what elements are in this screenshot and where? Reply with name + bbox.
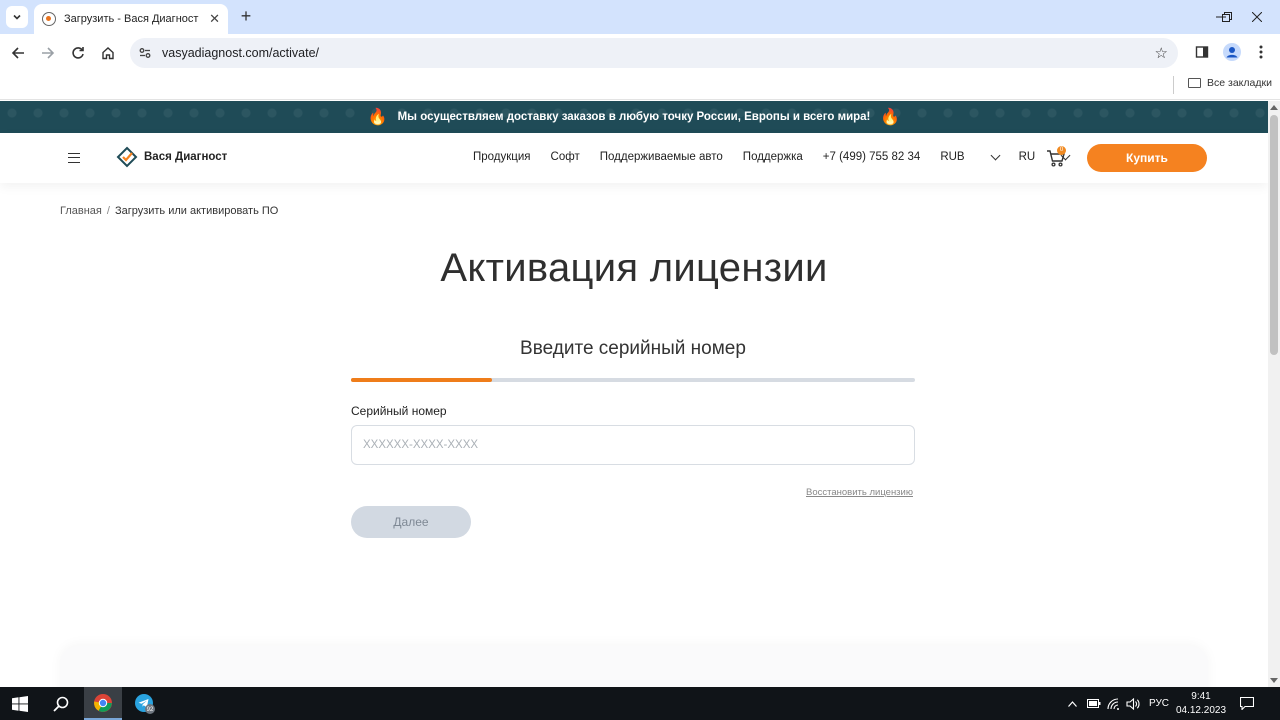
- start-button[interactable]: [0, 687, 40, 720]
- telegram-badge: 92: [147, 707, 154, 713]
- bookmarks-separator: [1173, 76, 1174, 94]
- taskbar-chrome[interactable]: [84, 687, 122, 720]
- scroll-down-icon[interactable]: [1270, 678, 1278, 683]
- arrow-left-icon: [11, 47, 24, 59]
- arrow-right-icon: [42, 47, 55, 59]
- reload-icon: [72, 47, 84, 59]
- chevron-up-icon: [1068, 700, 1077, 707]
- search-button[interactable]: [42, 687, 80, 720]
- close-window-button[interactable]: [1234, 0, 1280, 34]
- scrollbar-thumb[interactable]: [1270, 115, 1278, 355]
- volume-icon: [1126, 697, 1140, 710]
- battery-indicator[interactable]: [1087, 687, 1101, 720]
- fire-icon: 🔥: [367, 109, 388, 126]
- back-button[interactable]: [7, 42, 29, 64]
- site-settings-icon[interactable]: [138, 46, 152, 60]
- promo-text: Мы осуществляем доставку заказов в любую…: [397, 111, 871, 123]
- page-scrollbar[interactable]: [1268, 101, 1280, 687]
- browser-tabstrip: Загрузить - Вася Диагност ✕ +: [0, 0, 1280, 34]
- tray-overflow-button[interactable]: [1068, 687, 1080, 720]
- serial-number-input[interactable]: [351, 425, 915, 465]
- bookmarks-bar: Все закладки: [0, 72, 1280, 100]
- all-bookmarks-label: Все закладки: [1207, 77, 1272, 89]
- side-panel-button[interactable]: [1192, 42, 1212, 62]
- scroll-up-icon[interactable]: [1270, 105, 1278, 110]
- nav-item-software[interactable]: Софт: [551, 151, 580, 163]
- language-value: RU: [1018, 151, 1036, 163]
- step-title: Введите серийный номер: [520, 338, 746, 359]
- notification-icon: [1240, 697, 1254, 710]
- next-button[interactable]: Далее: [351, 506, 471, 538]
- close-icon: [1252, 12, 1262, 22]
- chrome-icon: [94, 693, 112, 712]
- logo-text: Вася Диагност: [144, 151, 228, 163]
- breadcrumb-current: Загрузить или активировать ПО: [114, 205, 279, 217]
- clock-date: 04.12.2023: [1175, 705, 1227, 716]
- phone-link[interactable]: +7 (499) 755 82 34: [823, 151, 921, 163]
- windows-taskbar: 92 РУС 9:41 04.12.2023: [0, 687, 1280, 720]
- browser-menu-button[interactable]: [1251, 42, 1271, 62]
- battery-icon: [1087, 699, 1101, 708]
- nav-item-products[interactable]: Продукция: [473, 151, 531, 163]
- site-header: Вася Диагност Продукция Софт Поддерживае…: [0, 133, 1268, 183]
- home-button[interactable]: [97, 42, 119, 64]
- tab-title: Загрузить - Вася Диагност: [64, 13, 199, 25]
- notifications-button[interactable]: [1240, 687, 1254, 720]
- wifi-icon: [1107, 697, 1119, 710]
- input-language[interactable]: РУС: [1149, 687, 1169, 720]
- address-url: vasyadiagnost.com/activate/: [162, 46, 320, 60]
- profile-avatar-icon: [1223, 43, 1241, 61]
- folder-icon: [1188, 78, 1201, 88]
- step-progress-fill: [351, 378, 492, 382]
- tab-close-icon[interactable]: ✕: [209, 11, 220, 27]
- buy-button[interactable]: Купить: [1087, 144, 1207, 172]
- side-panel-icon: [1195, 46, 1209, 58]
- windows-logo-icon: [12, 695, 28, 712]
- chevron-down-icon: [990, 150, 1001, 160]
- fire-icon: 🔥: [880, 109, 901, 126]
- nav-item-supported-cars[interactable]: Поддерживаемые авто: [600, 151, 723, 163]
- restore-window-icon: [1222, 12, 1232, 22]
- breadcrumb-separator: /: [106, 205, 110, 217]
- reload-button[interactable]: [67, 42, 89, 64]
- bookmark-star-icon[interactable]: ☆: [1155, 44, 1168, 62]
- main-nav: Продукция Софт Поддерживаемые авто Подде…: [473, 150, 1089, 163]
- more-vertical-icon: [1259, 45, 1263, 59]
- volume-indicator[interactable]: [1126, 687, 1140, 720]
- serial-number-label: Серийный номер: [351, 404, 447, 418]
- profile-button[interactable]: [1222, 42, 1242, 62]
- breadcrumb-home[interactable]: Главная: [60, 205, 102, 217]
- nav-item-support[interactable]: Поддержка: [743, 151, 803, 163]
- menu-icon[interactable]: [68, 153, 80, 163]
- breadcrumb: Главная / Загрузить или активировать ПО: [60, 205, 278, 217]
- search-icon: [53, 696, 69, 712]
- browser-tab-active[interactable]: Загрузить - Вася Диагност ✕: [34, 4, 228, 34]
- new-tab-button[interactable]: +: [236, 7, 256, 27]
- clock-time: 9:41: [1191, 691, 1211, 702]
- promo-banner: 🔥 Мы осуществляем доставку заказов в люб…: [0, 101, 1268, 133]
- forward-button[interactable]: [37, 42, 59, 64]
- chevron-down-icon: [13, 14, 21, 20]
- tab-search-button[interactable]: [6, 6, 28, 28]
- step-progress-bar: [351, 378, 915, 382]
- network-indicator[interactable]: [1107, 687, 1120, 720]
- site-favicon-icon: [42, 12, 56, 26]
- currency-value: RUB: [940, 151, 965, 163]
- taskbar-telegram[interactable]: 92: [126, 687, 164, 720]
- telegram-icon: 92: [135, 693, 155, 714]
- all-bookmarks-button[interactable]: Все закладки: [1188, 77, 1272, 89]
- cart-count-badge: 0: [1057, 146, 1066, 155]
- page-title: Активация лицензии: [440, 246, 828, 290]
- home-icon: [102, 47, 114, 60]
- taskbar-clock[interactable]: 9:41 04.12.2023: [1172, 690, 1230, 718]
- site-logo[interactable]: Вася Диагност: [116, 146, 227, 168]
- currency-select[interactable]: RUB: [940, 150, 1001, 163]
- browser-toolbar: vasyadiagnost.com/activate/ ☆: [0, 34, 1280, 72]
- restore-license-link[interactable]: Восстановить лицензию: [806, 487, 913, 498]
- address-bar[interactable]: vasyadiagnost.com/activate/ ☆: [130, 38, 1178, 68]
- logo-mark-icon: [116, 146, 138, 168]
